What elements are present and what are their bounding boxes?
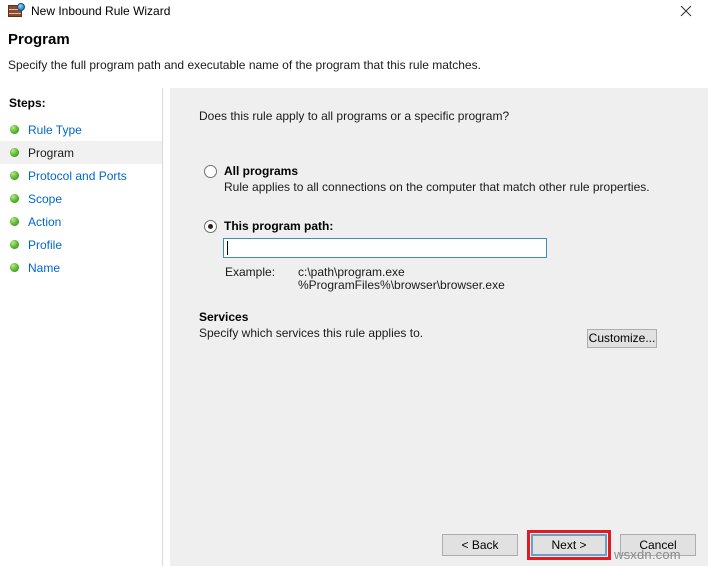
page-header: Program Specify the full program path an… xyxy=(0,22,708,85)
radio-this-program-path-label: This program path: xyxy=(224,219,333,233)
step-bullet-icon xyxy=(10,217,19,226)
sidebar-item-label: Protocol and Ports xyxy=(28,169,127,183)
next-button[interactable]: Next > xyxy=(531,534,607,556)
sidebar-item-profile[interactable]: Profile xyxy=(0,233,162,256)
sidebar-item-label: Action xyxy=(28,215,61,229)
example-label: Example: xyxy=(225,265,275,279)
sidebar-item-rule-type[interactable]: Rule Type xyxy=(0,118,162,141)
example-path-1: c:\path\program.exe xyxy=(298,265,405,279)
sidebar-item-label: Program xyxy=(28,146,74,160)
radio-selected-icon xyxy=(204,220,217,233)
content-panel: Does this rule apply to all programs or … xyxy=(170,88,708,513)
step-bullet-icon xyxy=(10,194,19,203)
sidebar-item-name[interactable]: Name xyxy=(0,256,162,279)
services-description: Specify which services this rule applies… xyxy=(199,326,423,340)
back-button[interactable]: < Back xyxy=(442,534,518,556)
sidebar-item-label: Name xyxy=(28,261,60,275)
sidebar-item-label: Profile xyxy=(28,238,62,252)
text-caret xyxy=(227,241,228,255)
step-bullet-icon xyxy=(10,125,19,134)
example-path-2: %ProgramFiles%\browser\browser.exe xyxy=(298,278,505,292)
step-bullet-icon xyxy=(10,148,19,157)
step-bullet-icon xyxy=(10,240,19,249)
page-subtitle: Specify the full program path and execut… xyxy=(8,58,481,72)
sidebar-item-action[interactable]: Action xyxy=(0,210,162,233)
sidebar-item-label: Rule Type xyxy=(28,123,82,137)
close-icon[interactable] xyxy=(663,0,708,22)
watermark: wsxdn.com xyxy=(614,547,681,562)
radio-unselected-icon xyxy=(204,165,217,178)
page-title: Program xyxy=(8,31,70,48)
sidebar-item-scope[interactable]: Scope xyxy=(0,187,162,210)
sidebar-item-protocol-and-ports[interactable]: Protocol and Ports xyxy=(0,164,162,187)
sidebar-item-label: Scope xyxy=(28,192,62,206)
question-text: Does this rule apply to all programs or … xyxy=(199,109,509,123)
steps-sidebar: Steps: Rule Type Program Protocol and Po… xyxy=(0,88,163,566)
customize-button[interactable]: Customize... xyxy=(587,329,657,348)
radio-all-programs-label: All programs xyxy=(224,164,298,178)
radio-this-program-path[interactable]: This program path: xyxy=(204,219,333,233)
radio-all-programs[interactable]: All programs xyxy=(204,164,298,178)
steps-heading: Steps: xyxy=(9,96,46,110)
services-heading: Services xyxy=(199,310,248,324)
steps-list: Rule Type Program Protocol and Ports Sco… xyxy=(0,118,162,279)
program-path-input[interactable] xyxy=(223,238,547,258)
window-title: New Inbound Rule Wizard xyxy=(31,3,170,19)
firewall-rule-icon xyxy=(8,3,24,19)
sidebar-item-program[interactable]: Program xyxy=(0,141,162,164)
all-programs-description: Rule applies to all connections on the c… xyxy=(224,180,650,194)
step-bullet-icon xyxy=(10,263,19,272)
step-bullet-icon xyxy=(10,171,19,180)
title-bar: New Inbound Rule Wizard xyxy=(0,0,708,22)
